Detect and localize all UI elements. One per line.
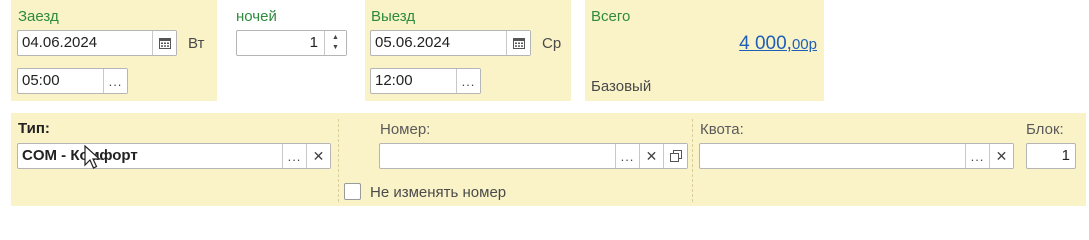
ellipsis-icon: ...: [108, 73, 123, 89]
ellipsis-icon: ...: [620, 148, 635, 164]
block-label: Блок:: [1026, 121, 1064, 138]
clear-icon: ✕: [312, 147, 325, 164]
checkin-time-select-button[interactable]: ...: [103, 69, 127, 93]
checkout-date-value: 05.06.2024: [375, 34, 451, 51]
total-amount-main: 4 000,: [739, 33, 792, 54]
room-type-select-button[interactable]: ...: [282, 144, 306, 168]
checkout-time-select-button[interactable]: ...: [456, 69, 480, 93]
nights-value: 1: [309, 34, 318, 51]
spin-up-icon[interactable]: ▲: [332, 33, 339, 43]
room-type-clear-button[interactable]: ✕: [306, 144, 330, 168]
room-number-open-button[interactable]: [663, 144, 687, 168]
quota-clear-button[interactable]: ✕: [989, 144, 1013, 168]
quota-field[interactable]: ... ✕: [699, 143, 1014, 169]
quota-select-button[interactable]: ...: [965, 144, 989, 168]
mouse-cursor-icon: [84, 145, 102, 169]
ellipsis-icon: ...: [461, 73, 476, 89]
room-number-select-button[interactable]: ...: [615, 144, 639, 168]
checkin-time-value: 05:00: [22, 72, 60, 89]
ellipsis-icon: ...: [970, 148, 985, 164]
keep-number-label: Не изменять номер: [370, 184, 507, 201]
nights-input[interactable]: 1 ▲ ▼: [236, 30, 347, 56]
nights-stepper[interactable]: ▲ ▼: [324, 31, 346, 55]
spin-down-icon[interactable]: ▼: [332, 43, 339, 53]
block-value: 1: [1061, 147, 1070, 164]
checkout-calendar-button[interactable]: [506, 31, 530, 55]
quota-label: Квота:: [700, 121, 744, 138]
checkin-calendar-button[interactable]: [152, 31, 176, 55]
checkout-label: Выезд: [371, 8, 416, 25]
clear-icon: ✕: [995, 147, 1008, 164]
nights-label: ночей: [236, 8, 277, 25]
keep-number-checkbox[interactable]: [344, 183, 361, 200]
total-amount-cents: 00р: [791, 36, 817, 53]
clear-icon: ✕: [645, 147, 658, 164]
checkin-date-value: 04.06.2024: [22, 34, 98, 51]
room-type-field[interactable]: COM - Комфорт ... ✕: [17, 143, 331, 169]
room-number-label: Номер:: [380, 121, 431, 138]
total-label: Всего: [591, 8, 631, 25]
open-icon: [669, 150, 682, 162]
checkin-date-field[interactable]: 04.06.2024: [17, 30, 177, 56]
room-divider-1: [338, 119, 339, 202]
calendar-icon: [158, 38, 171, 49]
room-type-label: Тип:: [18, 120, 50, 137]
room-number-field[interactable]: ... ✕: [379, 143, 688, 169]
checkout-weekday: Ср: [542, 35, 562, 52]
rate-label: Базовый: [591, 78, 652, 95]
calendar-icon: [512, 38, 525, 49]
checkout-time-field[interactable]: 12:00 ...: [370, 68, 481, 94]
room-number-clear-button[interactable]: ✕: [639, 144, 663, 168]
total-amount-link[interactable]: 4 000,00р: [739, 33, 817, 55]
block-input[interactable]: 1: [1026, 143, 1076, 169]
checkout-date-field[interactable]: 05.06.2024: [370, 30, 531, 56]
checkout-time-value: 12:00: [375, 72, 413, 89]
checkin-time-field[interactable]: 05:00 ...: [17, 68, 128, 94]
room-divider-2: [692, 119, 693, 202]
checkin-weekday: Вт: [188, 35, 205, 52]
room-type-value: COM - Комфорт: [22, 147, 138, 164]
ellipsis-icon: ...: [287, 148, 302, 164]
checkin-label: Заезд: [18, 8, 59, 25]
